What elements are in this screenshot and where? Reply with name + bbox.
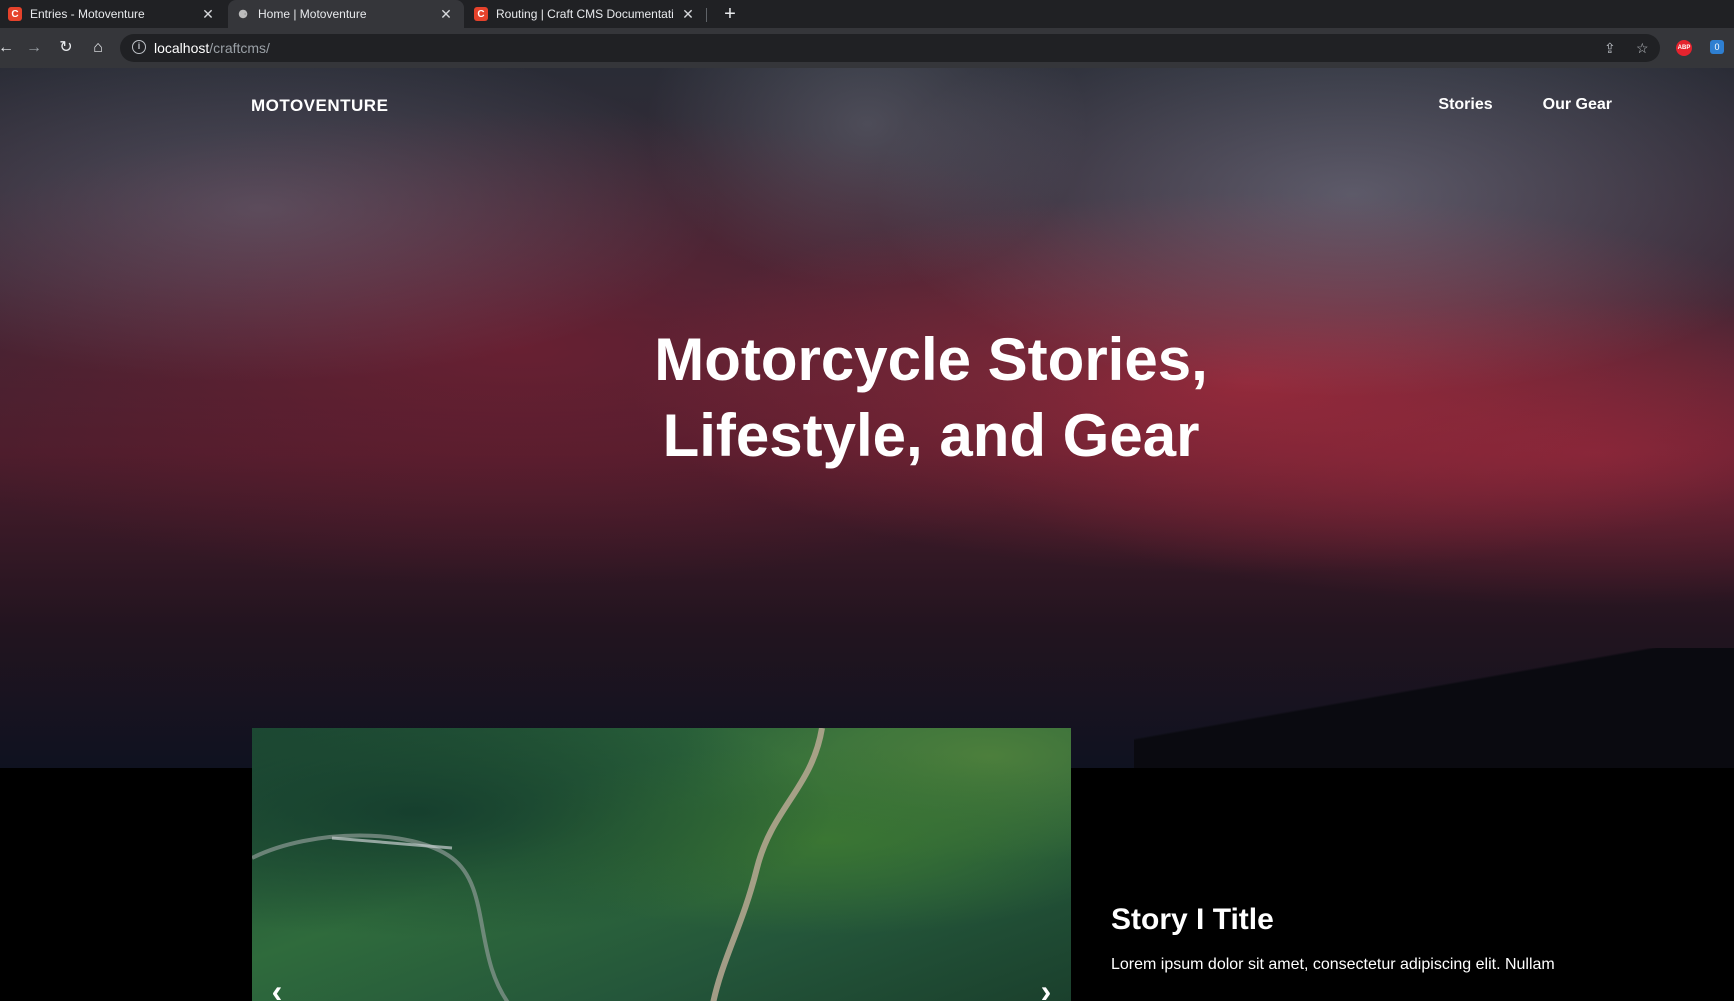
hero-title-line-1: Motorcycle Stories, xyxy=(654,326,1208,393)
carousel-next-icon[interactable]: › xyxy=(1031,975,1061,1001)
tab-title: Routing | Craft CMS Documentati xyxy=(496,7,674,21)
hero-mountain-ridge xyxy=(1134,648,1734,768)
close-tab-icon[interactable]: ✕ xyxy=(680,6,696,23)
hero-title: Motorcycle Stories, Lifestyle, and Gear xyxy=(0,322,1734,474)
nav-link-stories[interactable]: Stories xyxy=(1438,96,1492,114)
site-nav: Stories Our Gear xyxy=(1438,96,1612,114)
back-icon[interactable]: ← xyxy=(0,36,18,60)
tab-title: Entries - Motoventure xyxy=(30,7,145,21)
craft-favicon-icon: C xyxy=(474,7,488,21)
forward-icon[interactable]: → xyxy=(22,36,46,60)
browser-tab-bar: C Entries - Motoventure ✕ ⚈ Home | Motov… xyxy=(0,0,1734,28)
winding-road-graphic xyxy=(252,728,825,1001)
close-tab-icon[interactable]: ✕ xyxy=(438,6,454,23)
story-summary: Story I Title Lorem ipsum dolor sit amet… xyxy=(1111,903,1591,977)
nav-link-our-gear[interactable]: Our Gear xyxy=(1543,96,1612,114)
close-tab-icon[interactable]: ✕ xyxy=(200,6,216,23)
tab-routing[interactable]: C Routing | Craft CMS Documentati ✕ xyxy=(466,0,706,28)
extension-badge-icon[interactable]: 0 xyxy=(1710,40,1724,54)
story-carousel-image[interactable]: ‹ › xyxy=(252,728,1071,1001)
carousel-prev-icon[interactable]: ‹ xyxy=(262,975,292,1001)
adblock-extension-icon[interactable]: ABP xyxy=(1676,40,1692,56)
tab-title: Home | Motoventure xyxy=(258,7,367,21)
tab-entries[interactable]: C Entries - Motoventure ✕ xyxy=(0,0,226,28)
share-icon[interactable]: ⇪ xyxy=(1604,40,1616,57)
motoventure-favicon-icon: ⚈ xyxy=(238,8,248,21)
story-excerpt: Lorem ipsum dolor sit amet, consectetur … xyxy=(1111,956,1555,973)
hero-title-line-2: Lifestyle, and Gear xyxy=(662,402,1200,469)
new-tab-icon[interactable]: + xyxy=(718,2,742,26)
reload-icon[interactable]: ↻ xyxy=(54,36,78,60)
url-text: localhost/craftcms/ xyxy=(154,40,270,56)
page-viewport: MOTOVENTURE Stories Our Gear Motorcycle … xyxy=(0,68,1734,1001)
address-bar[interactable]: i localhost/craftcms/ ⇪ ☆ xyxy=(120,34,1660,62)
story-title[interactable]: Story I Title xyxy=(1111,903,1591,937)
site-info-icon[interactable]: i xyxy=(132,40,146,54)
craft-favicon-icon: C xyxy=(8,7,22,21)
hero-section: MOTOVENTURE Stories Our Gear Motorcycle … xyxy=(0,68,1734,768)
browser-toolbar: ← → ↻ ⌂ i localhost/craftcms/ ⇪ ☆ ABP 0 xyxy=(0,28,1734,68)
url-host: localhost xyxy=(154,40,210,56)
site-logo[interactable]: MOTOVENTURE xyxy=(251,96,388,116)
url-path: /craftcms/ xyxy=(209,40,270,56)
home-icon[interactable]: ⌂ xyxy=(86,36,110,60)
bookmark-star-icon[interactable]: ☆ xyxy=(1636,40,1649,57)
tab-home[interactable]: ⚈ Home | Motoventure ✕ xyxy=(228,0,464,28)
tab-separator xyxy=(706,8,707,22)
